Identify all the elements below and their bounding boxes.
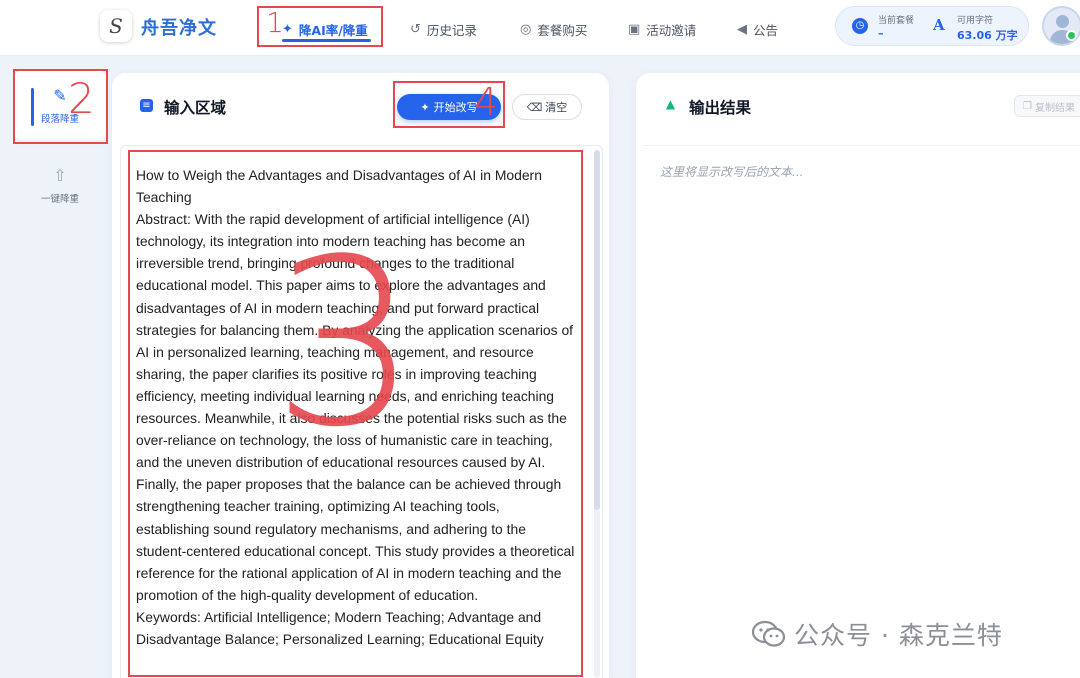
current-plan-value: – [878, 27, 884, 40]
annotation-number-2: 2 [68, 74, 95, 123]
annotation-number-4: 4 [474, 80, 499, 124]
nav-package-label: 套餐购买 [537, 22, 588, 38]
online-status-dot [1066, 30, 1077, 41]
input-panel-title: 输入区域 [164, 99, 227, 117]
nav-invite[interactable]: ▣ 活动邀请 [628, 18, 696, 40]
nav-package[interactable]: ◎ 套餐购买 [520, 18, 587, 40]
sidebar-item-label: 一键降重 [40, 193, 79, 205]
available-chars-value: 63.06 万字 [957, 29, 1018, 42]
available-chars-label: 可用字符 [957, 16, 994, 26]
watermark-text: 公众号 · 森克兰特 [794, 621, 1003, 650]
clear-button[interactable]: ⌫ 清空 [512, 94, 582, 120]
sidebar-item-one-click[interactable]: ⇧ 一键降重 [14, 150, 106, 220]
app-logo-icon[interactable]: S [100, 10, 132, 42]
package-icon: ◎ [520, 21, 532, 37]
copy-result-label: 复制结果 [1034, 102, 1075, 114]
clear-label: 清空 [545, 101, 568, 114]
annotation-number-1: 1 [266, 6, 284, 39]
output-icon: ▲ [665, 97, 676, 111]
nav-history[interactable]: ↺ 历史记录 [410, 18, 477, 40]
output-placeholder: 这里将显示改写后的文本... [660, 165, 804, 179]
output-text-area[interactable] [644, 145, 1080, 678]
nav-announcement[interactable]: ◀ 公告 [737, 18, 778, 40]
characters-icon: A [933, 16, 945, 34]
megaphone-icon: ◀ [737, 21, 747, 37]
current-plan-label: 当前套餐 [878, 16, 915, 26]
nav-invite-label: 活动邀请 [646, 22, 697, 38]
document-icon: ≡ [140, 99, 153, 112]
watermark: 公众号 · 森克兰特 [751, 618, 1003, 650]
gift-icon: ▣ [628, 21, 641, 37]
history-icon: ↺ [410, 21, 421, 37]
input-scrollbar-thumb[interactable] [594, 150, 600, 510]
annotation-number-3: 3 [272, 211, 419, 478]
output-panel-title: 输出结果 [689, 99, 752, 117]
trash-icon: ⌫ [526, 100, 543, 114]
app-name[interactable]: 舟吾净文 [141, 14, 217, 40]
avatar-head-icon [1056, 15, 1069, 28]
upload-file-icon: ⇧ [53, 165, 67, 185]
plan-info-card[interactable]: ◷ 当前套餐 – A 可用字符 63.06 万字 [835, 6, 1029, 46]
copy-icon: ❐ [1023, 100, 1032, 112]
nav-announcement-label: 公告 [753, 22, 779, 38]
nav-history-label: 历史记录 [426, 22, 477, 38]
copy-result-button[interactable]: ❐ 复制结果 [1014, 95, 1080, 117]
clock-icon: ◷ [852, 18, 868, 34]
wechat-icon [751, 620, 786, 648]
